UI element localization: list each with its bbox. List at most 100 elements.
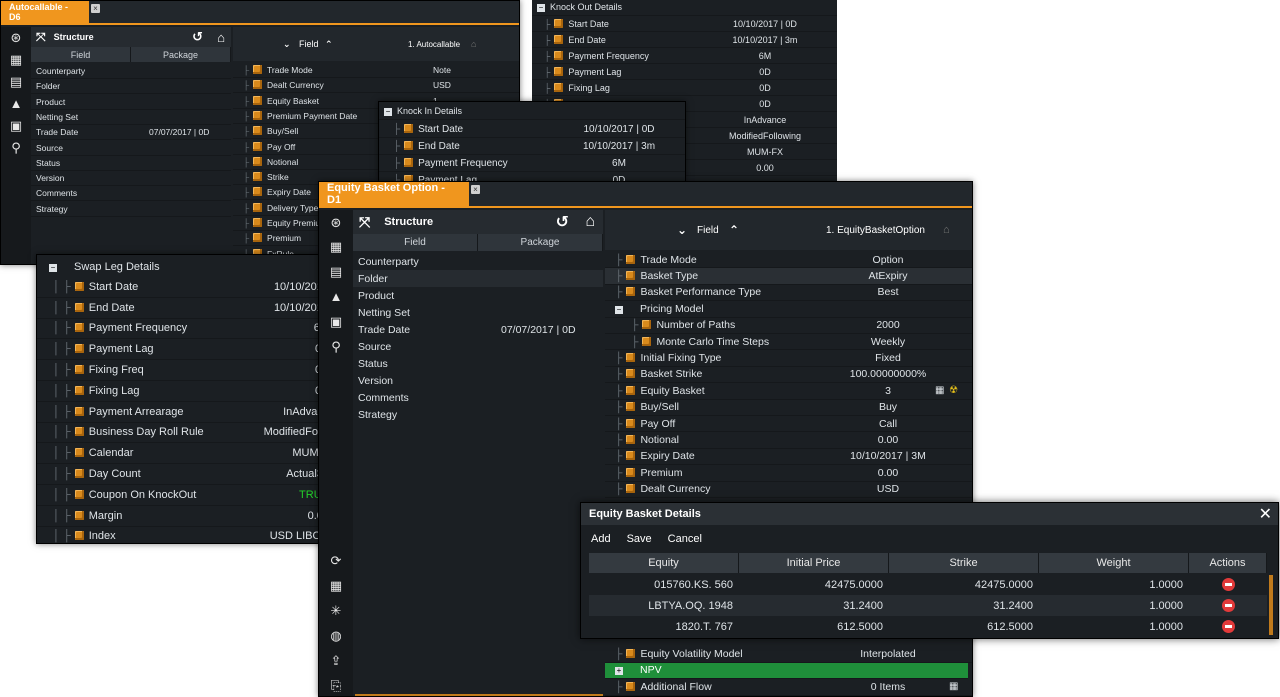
dollar-icon[interactable]: ⊛ [7,29,25,47]
excel-icon[interactable]: ▣ [7,117,25,135]
warning-icon[interactable]: ▲ [7,95,25,113]
chevron-down-icon[interactable]: ⌄ [283,39,291,50]
list-item[interactable]: ├ Start Date 10/10/2017 | 0D [532,16,837,32]
home-icon[interactable]: ⌂ [217,30,225,45]
list-item[interactable]: ├ Start Date 10/10/2017 | 0D [379,121,685,138]
list-item[interactable]: ├ Basket Strike 100.00000000% [605,367,972,384]
col-package[interactable]: Package [131,47,231,62]
list-item[interactable]: ├ Trade Mode Note [233,63,519,78]
save-button[interactable]: Save [627,533,652,545]
list-item[interactable]: │ ├ Start Date 10/10/2017 [37,277,325,298]
table-row[interactable]: Trade Date 07/07/2017 | 0D [353,321,603,338]
home-icon[interactable]: ⌂ [585,213,595,231]
table-row[interactable]: Status [31,156,231,171]
list-item[interactable]: ├ Fixing Lag 0D [532,80,837,96]
excel-icon[interactable]: ▣ [327,313,345,331]
table-row[interactable]: 015760.KS. 560 42475.0000 42475.0000 1.0000 [589,574,1267,595]
list-item[interactable]: │ ├ Calendar MUM-F [37,443,325,465]
delete-icon[interactable] [1221,599,1235,612]
list-item[interactable]: │ ├ Coupon On KnockOut TRUE [37,485,325,506]
chevron-up-icon[interactable]: ⌃ [729,223,739,237]
delete-icon[interactable] [1221,620,1235,633]
warning-icon[interactable]: ▲ [327,288,345,306]
collapse-icon[interactable]: − [49,264,57,272]
list-item[interactable]: ├ End Date 10/10/2017 | 3m [532,32,837,48]
collapse-icon[interactable]: ⤧ [359,214,370,231]
grid-icon[interactable]: ▦ [949,681,958,692]
npv-row[interactable]: + NPV [605,662,968,680]
list-item[interactable]: ├ Payment Frequency 6M [379,155,685,172]
list-item[interactable]: ├ Payment Frequency 6M [532,48,837,64]
home-icon[interactable]: ⌂ [943,224,950,236]
close-icon[interactable]: × [471,185,480,194]
col-package[interactable]: Package [478,234,603,251]
knock-in-title-row[interactable]: − Knock In Details [379,104,685,120]
list-item[interactable]: ├ Dealt Currency USD [233,78,519,94]
list-item[interactable]: │ ├ Payment Arrearage InAdvanc [37,402,325,423]
collapse-icon[interactable]: − [537,4,545,12]
dollar-icon[interactable]: ⊛ [327,214,345,232]
table-row[interactable]: Trade Date 07/07/2017 | 0D [31,125,231,141]
table-row[interactable]: Strategy [31,202,231,217]
list-item[interactable]: ├ End Date 10/10/2017 | 3m [379,138,685,155]
close-icon[interactable]: ✕ [1259,504,1272,524]
dashboard-icon[interactable]: ▦ [327,238,345,256]
table-row[interactable]: Folder [353,270,603,287]
swap-leg-title-row[interactable]: − Swap Leg Details [37,257,325,277]
list-item[interactable]: ├ Buy/Sell Buy [605,400,972,416]
list-item[interactable]: ├ Equity Volatility Model Interpolated [605,646,972,663]
list-item[interactable]: │ ├ Payment Frequency 6M [37,319,325,340]
delete-icon[interactable] [1221,578,1235,591]
knock-out-title-row[interactable]: − Knock Out Details [532,0,837,16]
table-row[interactable]: Version [353,372,603,389]
add-button[interactable]: Add [591,533,611,545]
col-equity[interactable]: Equity [589,553,739,573]
collapse-icon[interactable]: ⤧ [36,30,46,45]
list-item[interactable]: ├ Dealt Currency USD [605,482,972,498]
undo-icon[interactable]: ↺ [192,29,203,45]
table-row[interactable]: Product [353,287,603,304]
table-row[interactable]: Netting Set [31,110,231,125]
list-item[interactable]: ├ Number of Paths 2000 [605,318,972,334]
table-row[interactable]: 1820.T. 767 612.5000 612.5000 1.0000 [589,616,1267,637]
globe-icon[interactable]: ◍ [327,627,345,645]
col-actions[interactable]: Actions [1189,553,1267,573]
col-initial-price[interactable]: Initial Price [739,553,889,573]
col-strike[interactable]: Strike [889,553,1039,573]
table-row[interactable]: Strategy [353,406,603,423]
col-weight[interactable]: Weight [1039,553,1189,573]
list-item[interactable]: │ ├ Business Day Roll Rule ModifiedFollo [37,423,325,444]
undo-icon[interactable]: ↺ [556,212,569,232]
home-icon[interactable]: ⌂ [471,39,476,49]
list-item[interactable]: ├ Basket Type AtExpiry [605,268,972,285]
list-item[interactable]: ├ Trade Mode Option [605,252,972,269]
upload-icon[interactable]: ⇪ [327,652,345,670]
chevron-down-icon[interactable]: ⌄ [677,223,687,237]
dashboard-icon[interactable]: ▦ [7,51,25,69]
table-row[interactable]: Folder [31,79,231,95]
cancel-button[interactable]: Cancel [668,533,702,545]
table-row[interactable]: Comments [31,186,231,202]
expand-icon[interactable]: + [615,667,623,676]
list-item[interactable]: ├ Payment Lag 0D [532,64,837,80]
collapse-icon[interactable]: − [615,305,623,314]
list-item[interactable]: │ ├ Day Count Actual36 [37,464,325,485]
list-item[interactable]: ├ Additional Flow 0 Items ▦ [605,679,972,696]
grid-icon[interactable]: ▦ [935,385,944,396]
ruler-icon[interactable]: ▤ [7,73,25,91]
list-item[interactable]: │ ├ Margin 0.00 [37,506,325,527]
refresh-icon[interactable]: ⟳ [327,552,345,570]
list-item[interactable]: │ ├ Fixing Freq 0D [37,360,325,381]
table-row[interactable]: LBTYA.OQ. 1948 31.2400 31.2400 1.0000 [589,595,1267,616]
col-field[interactable]: Field [353,234,478,251]
collapse-icon[interactable]: − [384,108,392,116]
list-item[interactable]: │ ├ Index USD LIBOR [37,527,325,543]
list-item[interactable]: ├ Premium 0.00 [605,465,972,482]
col-field[interactable]: Field [31,47,131,62]
radiation-icon[interactable]: ☢ [949,385,958,396]
list-item[interactable]: ├ Notional 0.00 [605,432,972,449]
autocallable-tab[interactable]: Autocallable - D6 [1,1,89,23]
table-row[interactable]: Version [31,171,231,187]
list-item[interactable]: ├ Monte Carlo Time Steps Weekly [605,334,972,351]
list-item[interactable]: ├ Pay Off Call [605,416,972,433]
